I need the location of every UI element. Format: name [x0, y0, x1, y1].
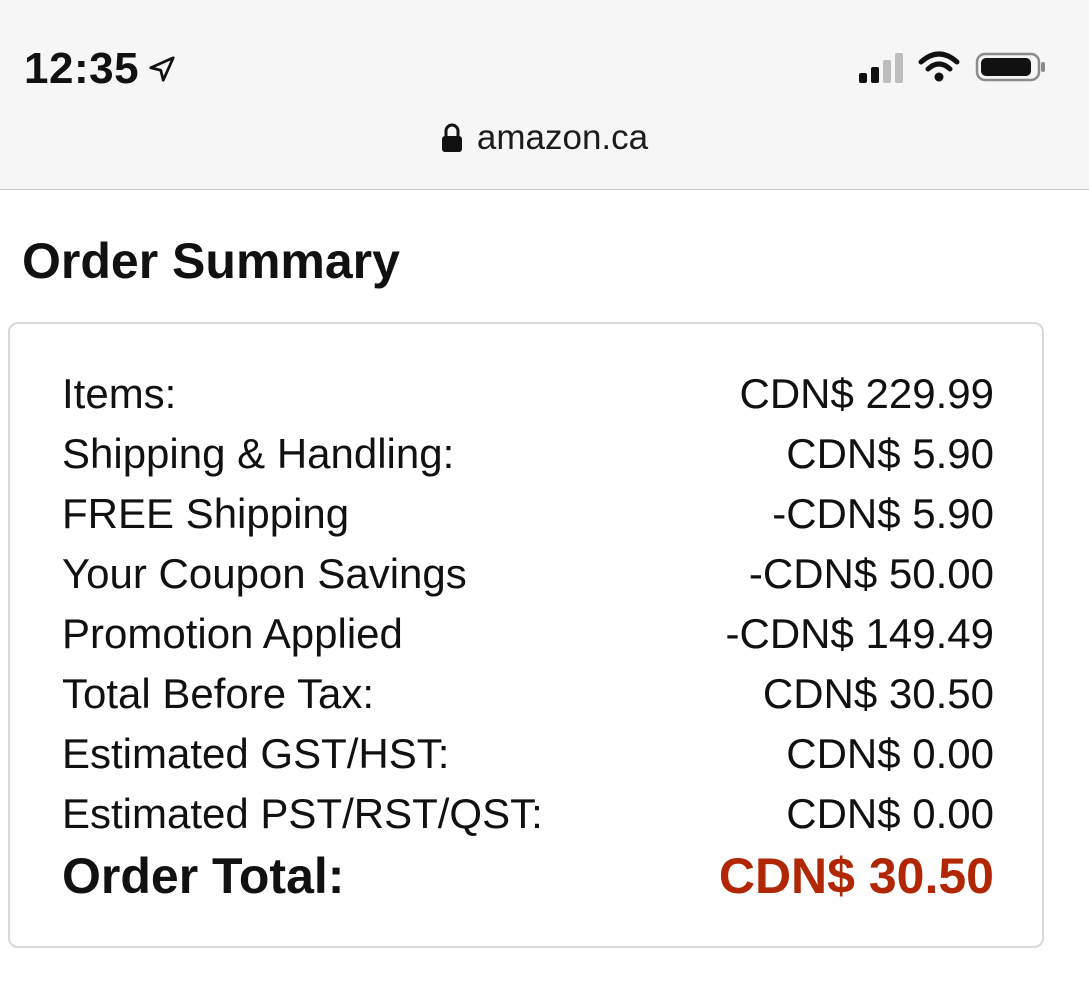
summary-row-before-tax: Total Before Tax: CDN$ 30.50 — [62, 664, 994, 724]
summary-label: Shipping & Handling: — [62, 430, 455, 477]
time-text: 12:35 — [24, 44, 140, 93]
summary-value: CDN$ 229.99 — [739, 370, 994, 417]
order-total-label: Order Total: — [62, 848, 345, 904]
lock-icon — [441, 123, 462, 152]
status-time: 12:35 — [24, 44, 177, 94]
address-bar[interactable]: amazon.ca — [0, 118, 1089, 162]
summary-row-items: Items: CDN$ 229.99 — [62, 364, 994, 424]
summary-label: Estimated PST/RST/QST: — [62, 790, 543, 837]
summary-row-order-total: Order Total: CDN$ 30.50 — [62, 844, 994, 908]
location-arrow-icon — [149, 56, 175, 82]
order-summary-box: Items: CDN$ 229.99 Shipping & Handling: … — [8, 322, 1044, 948]
summary-label: Items: — [62, 370, 177, 417]
order-total-value: CDN$ 30.50 — [718, 848, 994, 904]
summary-value: -CDN$ 50.00 — [748, 550, 994, 597]
order-summary-rows: Items: CDN$ 229.99 Shipping & Handling: … — [62, 364, 994, 908]
summary-row-shipping: Shipping & Handling: CDN$ 5.90 — [62, 424, 994, 484]
summary-row-promotion: Promotion Applied -CDN$ 149.49 — [62, 604, 994, 664]
summary-label: Estimated GST/HST: — [62, 730, 450, 777]
summary-label: FREE Shipping — [62, 490, 350, 537]
summary-value: -CDN$ 5.90 — [772, 490, 994, 537]
summary-row-coupon: Your Coupon Savings -CDN$ 50.00 — [62, 544, 994, 604]
summary-label: Total Before Tax: — [62, 670, 375, 717]
summary-value: CDN$ 0.00 — [786, 790, 994, 837]
browser-top-bar: 12:35 amazon.ca — [0, 0, 1089, 190]
status-icons — [859, 50, 1047, 84]
cellular-signal-icon — [859, 51, 903, 83]
summary-row-pst-rst-qst: Estimated PST/RST/QST: CDN$ 0.00 — [62, 784, 994, 844]
summary-value: CDN$ 5.90 — [786, 430, 994, 477]
wifi-icon — [918, 51, 960, 82]
summary-row-gst-hst: Estimated GST/HST: CDN$ 0.00 — [62, 724, 994, 784]
summary-value: -CDN$ 149.49 — [725, 610, 994, 657]
order-summary-title: Order Summary — [22, 233, 400, 289]
summary-row-free-shipping: FREE Shipping -CDN$ 5.90 — [62, 484, 994, 544]
summary-label: Your Coupon Savings — [62, 550, 467, 597]
summary-label: Promotion Applied — [62, 610, 403, 657]
summary-value: CDN$ 0.00 — [786, 730, 994, 777]
battery-icon — [975, 52, 1045, 82]
summary-value: CDN$ 30.50 — [762, 670, 994, 717]
url-text[interactable]: amazon.ca — [477, 118, 648, 158]
